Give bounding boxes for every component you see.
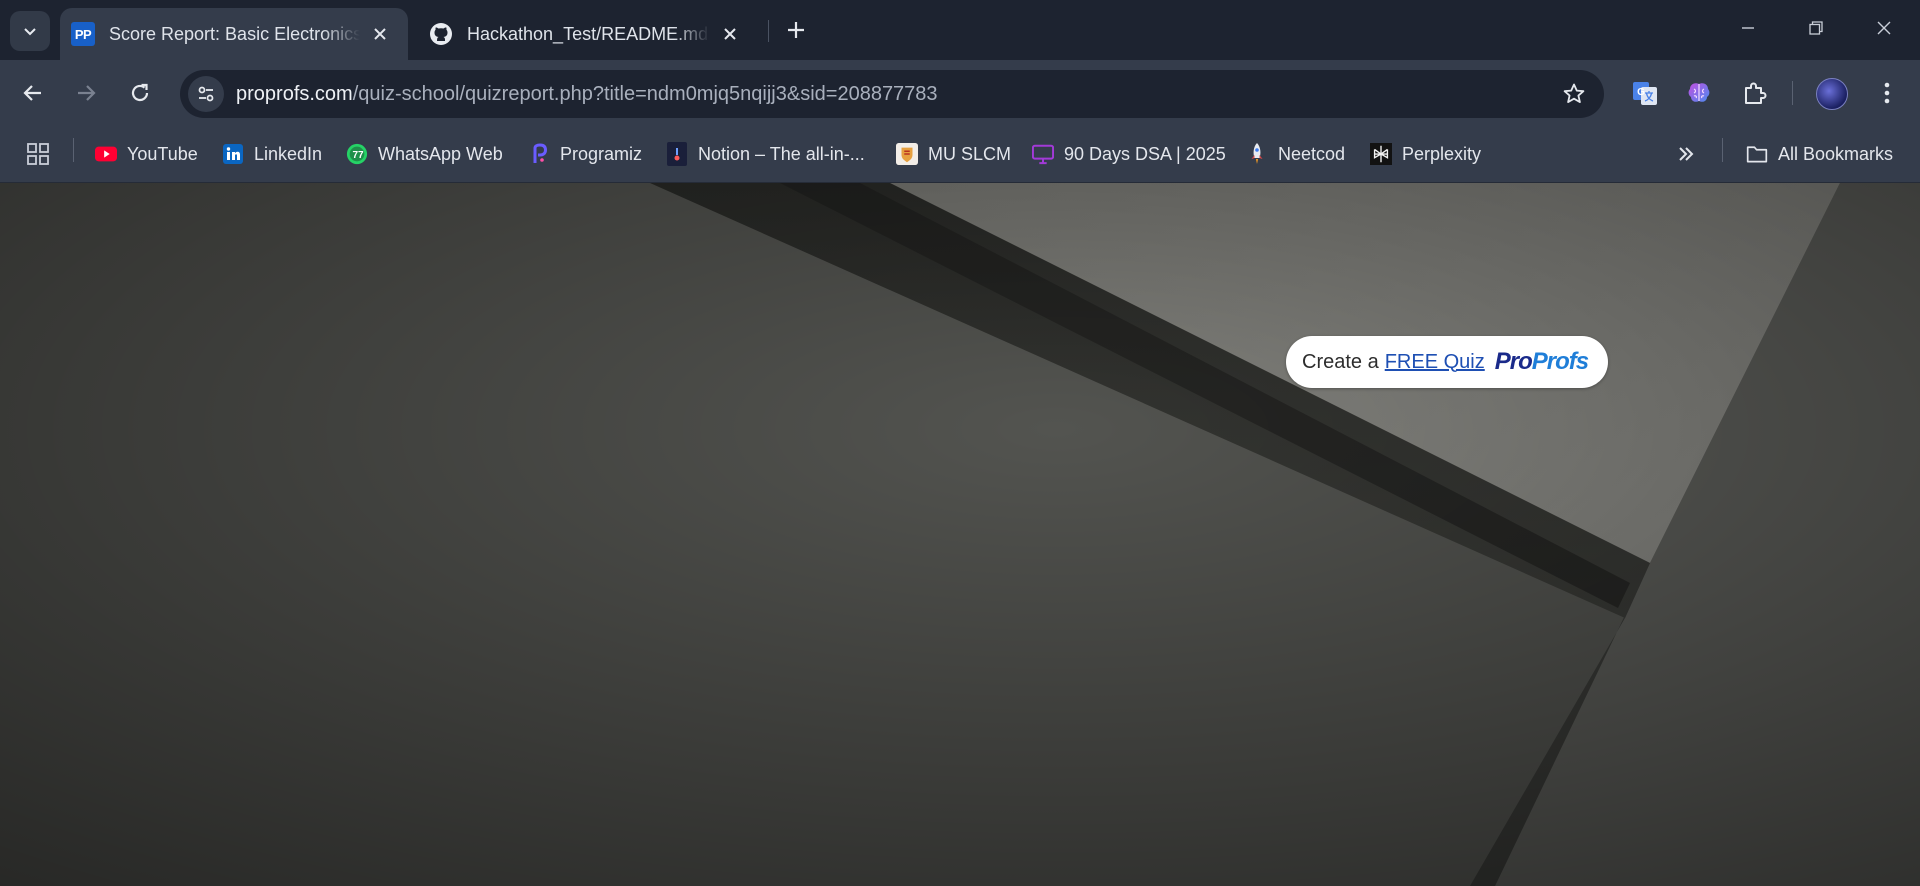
tab-search-button[interactable]: [10, 11, 50, 51]
reload-button[interactable]: [121, 74, 159, 112]
google-translate-extension[interactable]: G: [1626, 74, 1664, 112]
close-window-button[interactable]: [1856, 8, 1912, 48]
tab-divider: [768, 20, 769, 42]
more-vertical-icon: [1884, 82, 1890, 104]
perplexity-icon: [1370, 143, 1392, 165]
url-host: proprofs.com: [236, 83, 353, 105]
bookmark-label: LinkedIn: [254, 143, 323, 164]
bookmark-mu-slcm[interactable]: MU SLCM: [896, 138, 1011, 170]
restore-icon: [1809, 21, 1823, 35]
create-free-quiz-banner[interactable]: Create a FREE Quiz ProProfs: [1286, 336, 1608, 388]
plus-icon: [788, 22, 804, 38]
restore-button[interactable]: [1788, 8, 1844, 48]
bookmark-whatsapp[interactable]: 77 WhatsApp Web: [346, 138, 503, 170]
browser-toolbar: proprofs.com/quiz-school/quizreport.php?…: [0, 60, 1920, 126]
page-content: Create a FREE Quiz ProProfs: [0, 183, 1920, 886]
all-bookmarks-label: All Bookmarks: [1778, 143, 1894, 164]
reload-icon: [131, 83, 149, 102]
github-icon: [430, 23, 452, 45]
bookmark-label: Programiz: [560, 143, 643, 164]
svg-text:G: G: [1637, 87, 1645, 98]
profile-avatar[interactable]: [1816, 78, 1848, 110]
background-image: [0, 183, 1920, 886]
minimize-button[interactable]: [1720, 8, 1776, 48]
bookmark-label: WhatsApp Web: [378, 143, 503, 164]
whatsapp-icon: 77: [346, 143, 368, 165]
tab-github-readme[interactable]: Hackathon_Test/README.md at main: [418, 8, 758, 60]
close-tab-icon[interactable]: [716, 20, 744, 48]
toolbar-divider: [1792, 81, 1793, 105]
apps-grid-icon: [27, 143, 49, 165]
tab-title: Hackathon_Test/README.md at main: [467, 23, 710, 44]
brain-extension[interactable]: [1680, 74, 1718, 112]
extensions-button[interactable]: [1735, 74, 1773, 112]
bookmark-youtube[interactable]: YouTube: [95, 138, 198, 170]
new-tab-button[interactable]: [780, 14, 812, 46]
bookmarks-divider: [1722, 138, 1723, 162]
tab-score-report[interactable]: PP Score Report: Basic Electronics Q: [60, 8, 408, 60]
bookmarks-divider: [73, 138, 74, 162]
puzzle-icon: [1745, 82, 1767, 104]
dsa-icon: [1032, 143, 1054, 165]
chevron-down-icon: [24, 28, 36, 36]
arrow-left-icon: [23, 85, 41, 101]
bookmark-linkedin[interactable]: LinkedIn: [222, 138, 322, 170]
bookmark-label: 90 Days DSA | 2025: [1064, 143, 1226, 164]
chrome-menu-button[interactable]: [1868, 74, 1906, 112]
bookmark-star-button[interactable]: [1560, 80, 1588, 108]
more-bookmarks-button[interactable]: [1676, 138, 1696, 170]
all-bookmarks-button[interactable]: All Bookmarks: [1746, 138, 1893, 170]
bookmark-neetcod[interactable]: Neetcod: [1246, 138, 1345, 170]
star-icon: [1563, 83, 1585, 103]
mu-slcm-icon: [896, 143, 918, 165]
bookmark-notion[interactable]: Notion – The all-in-...: [666, 138, 865, 170]
programiz-icon: [528, 143, 550, 165]
proprofs-favicon-icon: PP: [71, 22, 95, 46]
url-text[interactable]: proprofs.com/quiz-school/quizreport.php?…: [236, 83, 938, 106]
bookmark-label: YouTube: [127, 143, 198, 164]
notion-icon: [666, 142, 688, 166]
youtube-icon: [95, 143, 117, 165]
tab-title: Score Report: Basic Electronics Q: [109, 23, 360, 44]
bookmark-label: MU SLCM: [928, 143, 1012, 164]
tune-icon: [198, 86, 214, 102]
bookmark-programiz[interactable]: Programiz: [528, 138, 642, 170]
cta-prefix: Create a: [1302, 350, 1379, 373]
bookmark-label: Neetcod: [1278, 143, 1346, 164]
close-icon: [1877, 21, 1891, 35]
folder-icon: [1746, 143, 1768, 165]
whatsapp-unread-badge: 77: [352, 149, 364, 161]
bookmark-perplexity[interactable]: Perplexity: [1370, 138, 1481, 170]
close-tab-icon[interactable]: [366, 20, 394, 48]
brain-icon: [1688, 83, 1710, 102]
chevron-double-right-icon: [1679, 147, 1694, 161]
site-info-button[interactable]: [188, 76, 224, 112]
linkedin-icon: [222, 143, 244, 165]
minimize-icon: [1742, 27, 1754, 29]
proprofs-logo[interactable]: ProProfs: [1495, 348, 1589, 376]
free-quiz-link[interactable]: FREE Quiz: [1385, 351, 1485, 374]
address-bar[interactable]: proprofs.com/quiz-school/quizreport.php?…: [180, 70, 1604, 118]
forward-button[interactable]: [67, 74, 105, 112]
tab-strip: PP Score Report: Basic Electronics Q Hac…: [0, 0, 1920, 60]
bookmark-label: Perplexity: [1402, 143, 1482, 164]
bookmark-label: Notion – The all-in-...: [698, 143, 865, 164]
back-button[interactable]: [14, 74, 52, 112]
translate-icon: G: [1633, 82, 1657, 105]
bookmark-90-days-dsa[interactable]: 90 Days DSA | 2025: [1032, 138, 1226, 170]
apps-button[interactable]: [26, 138, 50, 170]
arrow-right-icon: [78, 85, 96, 101]
url-path: /quiz-school/quizreport.php?title=ndm0mj…: [352, 83, 938, 105]
rocket-icon: [1246, 143, 1268, 165]
